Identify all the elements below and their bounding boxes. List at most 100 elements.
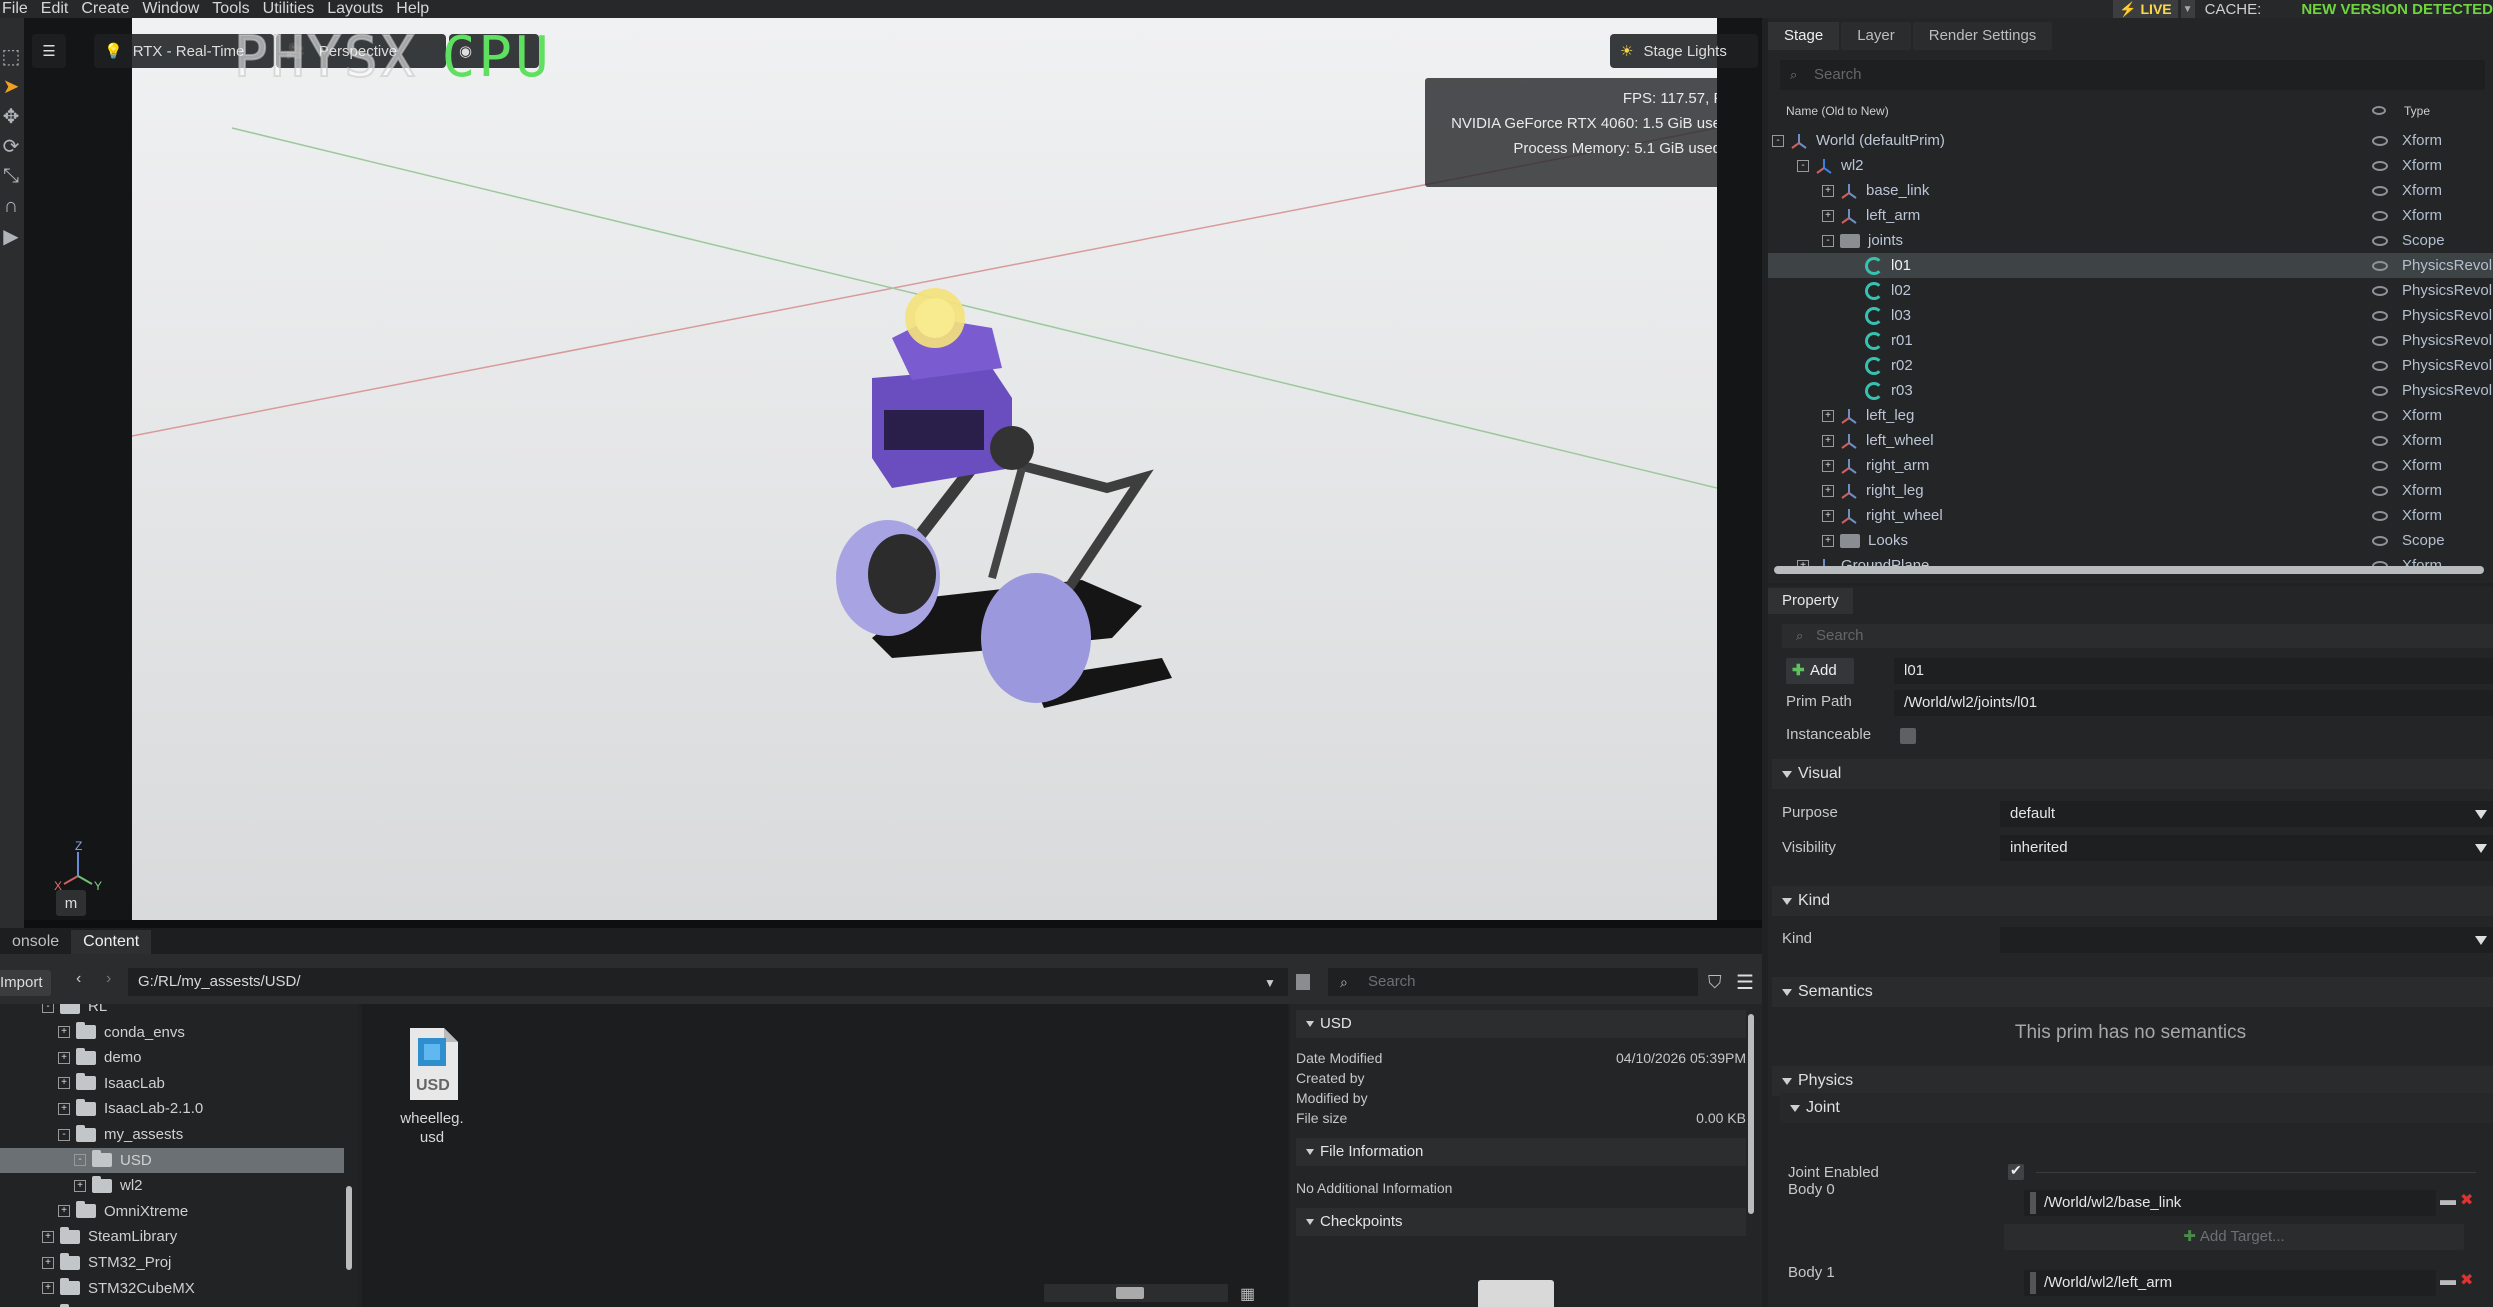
live-dropdown-icon[interactable]: ▼ xyxy=(2180,0,2195,18)
folder-tree-item[interactable]: + OmniXtreme xyxy=(0,1199,344,1224)
eye-icon[interactable] xyxy=(2372,185,2388,196)
eye-icon[interactable] xyxy=(2372,385,2388,396)
expand-icon[interactable]: + xyxy=(1822,484,1834,497)
tab-stage[interactable]: Stage xyxy=(1768,22,1840,50)
instanceable-checkbox[interactable] xyxy=(1900,728,1916,744)
add-target-button[interactable]: ✚ Add Target... xyxy=(2004,1224,2464,1250)
import-button[interactable]: Import xyxy=(0,970,51,996)
eye-icon[interactable] xyxy=(2372,460,2388,471)
back-arrow-icon[interactable]: ‹ xyxy=(76,970,81,988)
eye-icon[interactable] xyxy=(2372,410,2388,421)
folder-tree-item[interactable]: + STM32CubeMX xyxy=(0,1276,344,1301)
folder-tree-item[interactable]: + conda_envs xyxy=(0,1020,344,1045)
menu-item-utilities[interactable]: Utilities xyxy=(257,0,322,18)
joint-enabled-checkbox[interactable] xyxy=(2008,1162,2024,1180)
tab-property[interactable]: Property xyxy=(1768,588,1853,614)
folder-tree-item[interactable]: - RL xyxy=(0,1004,344,1019)
folder-icon[interactable]: ▬ xyxy=(2440,1192,2456,1210)
folder-tree-item[interactable]: + IsaacLab xyxy=(0,1071,344,1096)
usd-section-header[interactable]: USD xyxy=(1296,1010,1746,1038)
menu-item-layouts[interactable]: Layouts xyxy=(321,0,390,18)
rotate-tool-icon[interactable]: ⟳ xyxy=(0,132,22,160)
move-tool-icon[interactable]: ✥ xyxy=(0,102,22,130)
path-field[interactable]: G:/RL/my_assests/USD/ xyxy=(128,968,1288,996)
body1-field[interactable]: /World/wl2/left_arm xyxy=(2024,1270,2436,1296)
kind-dropdown[interactable] xyxy=(2000,927,2493,953)
collapse-icon[interactable]: - xyxy=(74,1154,86,1167)
filter-icon[interactable]: ⛉ xyxy=(1708,972,1722,993)
stage-row[interactable]: - joints Scope xyxy=(1768,228,2493,253)
expand-icon[interactable]: + xyxy=(1822,434,1834,447)
stage-row[interactable]: +r01PhysicsRevol xyxy=(1768,328,2493,353)
checkpoints-section-header[interactable]: Checkpoints xyxy=(1296,1208,1746,1236)
eye-icon[interactable] xyxy=(2372,135,2388,146)
tab-layer[interactable]: Layer xyxy=(1841,22,1911,50)
info-scrollbar[interactable] xyxy=(1748,1014,1754,1214)
expand-icon[interactable]: + xyxy=(42,1230,54,1243)
select-mode-icon[interactable]: ⬚ xyxy=(0,42,22,70)
eye-icon[interactable] xyxy=(2372,260,2388,271)
collapse-icon[interactable]: - xyxy=(42,1004,54,1013)
expand-icon[interactable]: + xyxy=(74,1179,86,1192)
stage-row[interactable]: +l02PhysicsRevol xyxy=(1768,278,2493,303)
expand-icon[interactable]: + xyxy=(42,1256,54,1269)
scale-tool-icon[interactable]: ⤡ xyxy=(0,162,22,190)
menu-item-window[interactable]: Window xyxy=(136,0,206,18)
joint-section-header[interactable]: Joint xyxy=(1780,1093,2493,1123)
thumbnail-size-slider[interactable] xyxy=(1044,1284,1228,1302)
viewport-settings-icon[interactable]: ☰ xyxy=(32,34,66,68)
path-dropdown-icon[interactable]: ▼ xyxy=(1264,976,1276,990)
folder-tree-item[interactable]: - my_assests xyxy=(0,1122,344,1147)
eye-icon[interactable] xyxy=(2372,285,2388,296)
visual-section-header[interactable]: Visual xyxy=(1772,759,2493,789)
expand-icon[interactable]: + xyxy=(58,1077,70,1090)
live-button[interactable]: ⚡ LIVE xyxy=(2113,0,2178,18)
expand-icon[interactable]: + xyxy=(1822,184,1834,197)
folder-tree-scrollbar[interactable] xyxy=(346,1186,352,1270)
select-arrow-icon[interactable]: ➤ xyxy=(0,72,22,100)
stage-lights-button[interactable]: ☀ Stage Lights xyxy=(1610,34,1758,68)
snap-tool-icon[interactable]: ∩ xyxy=(0,192,22,220)
folder-tree-item[interactable]: + SteamLibrary xyxy=(0,1224,344,1249)
folder-icon[interactable]: ▬ xyxy=(2440,1272,2456,1290)
eye-icon[interactable] xyxy=(2372,235,2388,246)
new-version-notice[interactable]: NEW VERSION DETECTED xyxy=(2301,1,2493,18)
collapse-icon[interactable]: - xyxy=(1797,159,1809,172)
file-tile[interactable]: USD wheelleg. usd xyxy=(384,1024,480,1147)
expand-icon[interactable]: + xyxy=(42,1282,54,1295)
camera-button[interactable]: 🎥 Perspective xyxy=(276,34,446,68)
stage-row[interactable]: + left_wheel Xform xyxy=(1768,428,2493,453)
eye-icon[interactable] xyxy=(2372,435,2388,446)
folder-tree-item[interactable]: - USD xyxy=(0,1147,344,1173)
stage-row[interactable]: + right_arm Xform xyxy=(1768,453,2493,478)
body0-drag-handle[interactable] xyxy=(2030,1192,2036,1215)
folder-tree-item[interactable]: + STM32_Proj xyxy=(0,1250,344,1275)
stage-row[interactable]: - wl2 Xform xyxy=(1768,153,2493,178)
file-area[interactable]: USD wheelleg. usd ▦ xyxy=(362,1004,1288,1307)
expand-icon[interactable]: + xyxy=(1822,459,1834,472)
kind-section-header[interactable]: Kind xyxy=(1772,886,2493,916)
eye-icon[interactable] xyxy=(2372,485,2388,496)
folder-tree-item[interactable]: + IsaacLab-2.1.0 xyxy=(0,1096,344,1121)
prim-path-field[interactable]: /World/wl2/joints/l01 xyxy=(1894,690,2493,716)
remove-body1-icon[interactable]: ✖ xyxy=(2460,1270,2473,1290)
expand-icon[interactable]: + xyxy=(1822,209,1834,222)
eye-icon[interactable] xyxy=(2372,360,2388,371)
eye-icon[interactable] xyxy=(2372,510,2388,521)
viewport-scene[interactable]: FPS: 117.57, Frame time: 8.51 ms NVIDIA … xyxy=(132,18,1717,920)
collapse-icon[interactable]: - xyxy=(1772,134,1784,147)
viewport[interactable]: FPS: 117.57, Frame time: 8.51 ms NVIDIA … xyxy=(24,18,1762,928)
menu-item-edit[interactable]: Edit xyxy=(35,0,76,18)
audio-button[interactable]: ◉ xyxy=(449,34,539,68)
stage-row[interactable]: +l01PhysicsRevol xyxy=(1768,253,2493,278)
stage-search-input[interactable]: Search xyxy=(1780,60,2485,90)
menu-item-file[interactable]: File xyxy=(0,0,35,18)
expand-icon[interactable]: + xyxy=(1822,409,1834,422)
expand-icon[interactable]: + xyxy=(58,1026,70,1039)
visibility-dropdown[interactable]: inherited xyxy=(2000,835,2493,861)
tab-console[interactable]: onsole xyxy=(0,930,71,954)
stage-row[interactable]: +r02PhysicsRevol xyxy=(1768,353,2493,378)
expand-icon[interactable]: + xyxy=(1822,509,1834,522)
remove-body0-icon[interactable]: ✖ xyxy=(2460,1190,2473,1210)
stage-row[interactable]: + left_arm Xform xyxy=(1768,203,2493,228)
